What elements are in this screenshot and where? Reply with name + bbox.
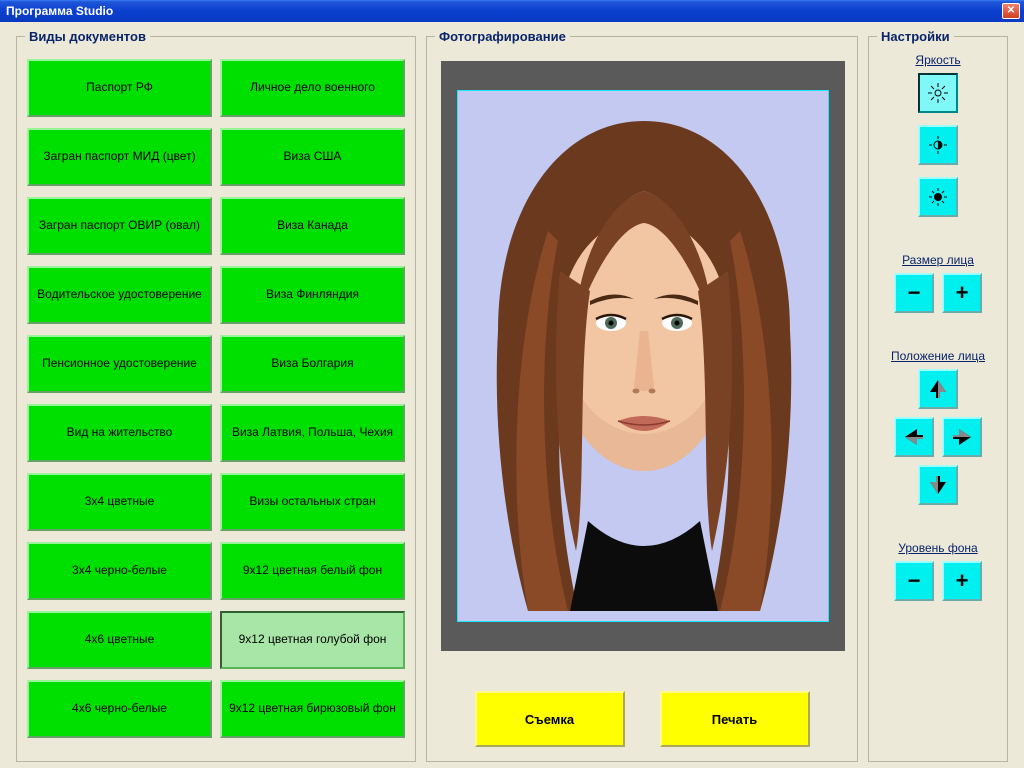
face-pos-label: Положение лица	[891, 349, 985, 363]
brightness-high-button[interactable]	[918, 73, 958, 113]
bg-level-minus-button[interactable]: −	[894, 561, 934, 601]
face-pos-right-button[interactable]	[942, 417, 982, 457]
photo-legend: Фотографирование	[435, 29, 570, 44]
doc-type-button[interactable]: 3х4 цветные	[27, 473, 212, 531]
face-pos-down-button[interactable]	[918, 465, 958, 505]
face-pos-up-button[interactable]	[918, 369, 958, 409]
doc-type-button[interactable]: Виза Болгария	[220, 335, 405, 393]
minus-icon: −	[908, 282, 921, 304]
arrow-right-icon	[951, 426, 973, 448]
doc-type-button[interactable]: Виза Латвия, Польша, Чехия	[220, 404, 405, 462]
doc-type-button[interactable]: 9х12 цветная голубой фон	[220, 611, 405, 669]
plus-icon: +	[956, 570, 969, 592]
face-size-label: Размер лица	[902, 253, 974, 267]
doc-type-button[interactable]: 4х6 черно-белые	[27, 680, 212, 738]
doc-type-button[interactable]: Виза Канада	[220, 197, 405, 255]
photo-group: Фотографирование	[426, 36, 858, 762]
window-title: Программа Studio	[6, 4, 113, 18]
doc-type-button[interactable]: Визы остальных стран	[220, 473, 405, 531]
face-size-minus-button[interactable]: −	[894, 273, 934, 313]
bg-level-label: Уровень фона	[898, 541, 977, 555]
photo-preview	[457, 90, 829, 622]
brightness-mid-button[interactable]	[918, 125, 958, 165]
doc-type-button[interactable]: Виза США	[220, 128, 405, 186]
close-button[interactable]: ✕	[1002, 3, 1020, 19]
doc-type-button[interactable]: 9х12 цветная белый фон	[220, 542, 405, 600]
doc-type-button[interactable]: Водительское удостоверение	[27, 266, 212, 324]
minus-icon: −	[908, 570, 921, 592]
doc-type-button[interactable]: 3х4 черно-белые	[27, 542, 212, 600]
doc-type-button[interactable]: Загран паспорт ОВИР (овал)	[27, 197, 212, 255]
doc-type-button[interactable]: Вид на жительство	[27, 404, 212, 462]
arrow-up-icon	[927, 378, 949, 400]
brightness-label: Яркость	[915, 53, 960, 67]
doc-type-button[interactable]: 9х12 цветная бирюзовый фон	[220, 680, 405, 738]
bg-level-plus-button[interactable]: +	[942, 561, 982, 601]
print-button[interactable]: Печать	[660, 691, 810, 747]
doc-type-button[interactable]: Пенсионное удостоверение	[27, 335, 212, 393]
capture-button[interactable]: Съемка	[475, 691, 625, 747]
title-bar: Программа Studio ✕	[0, 0, 1024, 22]
photo-frame	[441, 61, 845, 651]
sun-bright-icon	[928, 83, 948, 103]
doc-type-button[interactable]: Виза Финляндия	[220, 266, 405, 324]
doc-type-button[interactable]: Личное дело военного	[220, 59, 405, 117]
document-types-legend: Виды документов	[25, 29, 150, 44]
doc-type-button[interactable]: Паспорт РФ	[27, 59, 212, 117]
sun-dark-icon	[928, 187, 948, 207]
doc-type-button[interactable]: Загран паспорт МИД (цвет)	[27, 128, 212, 186]
arrow-left-icon	[903, 426, 925, 448]
document-types-group: Виды документов Паспорт РФЛичное дело во…	[16, 36, 416, 762]
plus-icon: +	[956, 282, 969, 304]
arrow-down-icon	[927, 474, 949, 496]
settings-legend: Настройки	[877, 29, 954, 44]
sun-half-icon	[928, 135, 948, 155]
face-pos-left-button[interactable]	[894, 417, 934, 457]
settings-group: Настройки Яркость Размер лица − +	[868, 36, 1008, 762]
doc-type-button[interactable]: 4х6 цветные	[27, 611, 212, 669]
portrait-image	[458, 91, 829, 622]
face-size-plus-button[interactable]: +	[942, 273, 982, 313]
brightness-low-button[interactable]	[918, 177, 958, 217]
